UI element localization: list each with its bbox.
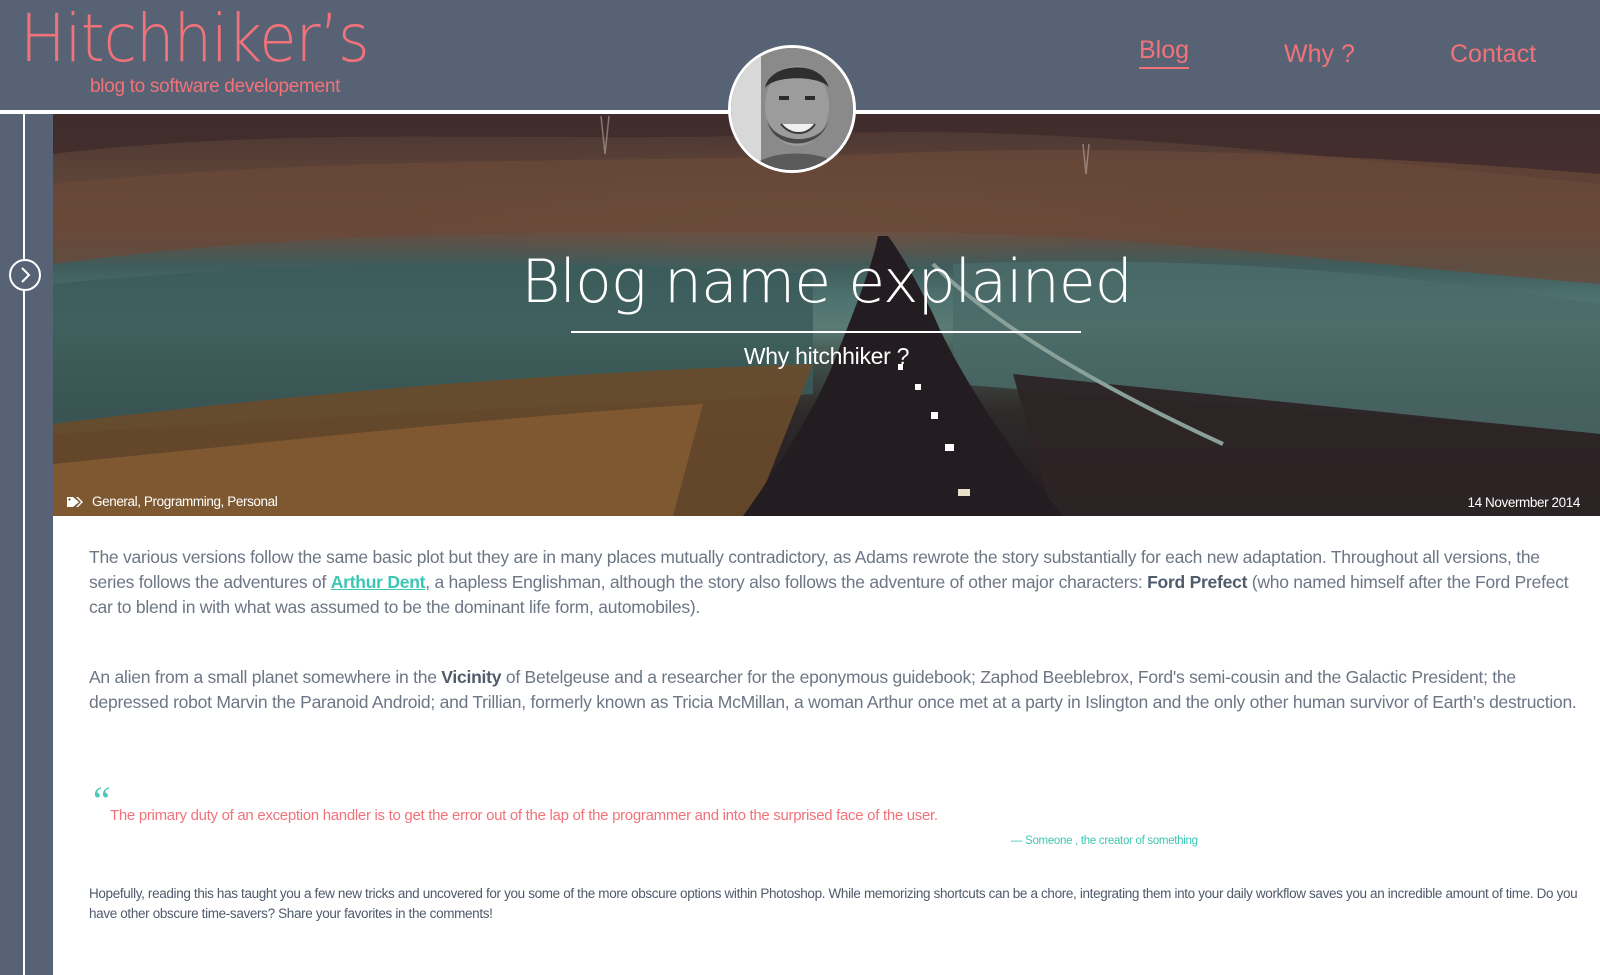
post-tags: General, Programming, Personal xyxy=(67,494,278,509)
blockquote-text: The primary duty of an exception handler… xyxy=(110,807,938,824)
nav-item-why[interactable]: Why ? xyxy=(1284,40,1355,69)
paragraph-characters: An alien from a small planet somewhere i… xyxy=(89,665,1580,715)
author-avatar[interactable] xyxy=(728,45,856,173)
site-logo-title[interactable]: Hitchhiker’s xyxy=(20,6,370,72)
nav-item-contact[interactable]: Contact xyxy=(1450,40,1536,69)
bold-term: Vicinity xyxy=(441,667,502,687)
post-hero: Blog name explained Why hitchhiker ? Gen… xyxy=(53,114,1600,516)
left-sidebar xyxy=(0,114,53,975)
sidebar-divider xyxy=(23,114,25,975)
avatar-photo xyxy=(731,48,853,170)
bold-term: Ford Prefect xyxy=(1147,572,1248,592)
title-divider xyxy=(571,331,1081,333)
blockquote-citation: — Someone , the creator of something xyxy=(1011,835,1198,847)
nav-item-blog[interactable]: Blog xyxy=(1139,36,1190,69)
post-title: Blog name explained xyxy=(521,247,1133,317)
paragraph-closing: Hopefully, reading this has taught you a… xyxy=(89,886,1578,921)
post-body: The various versions follow the same bas… xyxy=(89,545,1580,921)
quote-mark-icon: “ xyxy=(89,778,112,823)
arthur-dent-link[interactable]: Arthur Dent xyxy=(331,572,426,592)
tags-icon xyxy=(67,496,83,507)
site-tagline: blog to software developement xyxy=(90,76,341,97)
paragraph-text: An alien from a small planet somewhere i… xyxy=(89,667,442,687)
post-date: 14 Novermber 2014 xyxy=(1467,495,1580,510)
paragraph-text: , a hapless Englishman, although the sto… xyxy=(425,572,1148,592)
post-tags-list[interactable]: General, Programming, Personal xyxy=(92,494,278,509)
sidebar-toggle-button[interactable] xyxy=(9,259,41,291)
post-subtitle: Why hitchhiker ? xyxy=(743,343,910,369)
chevron-right-icon xyxy=(21,267,31,283)
paragraph-intro: The various versions follow the same bas… xyxy=(89,545,1580,620)
